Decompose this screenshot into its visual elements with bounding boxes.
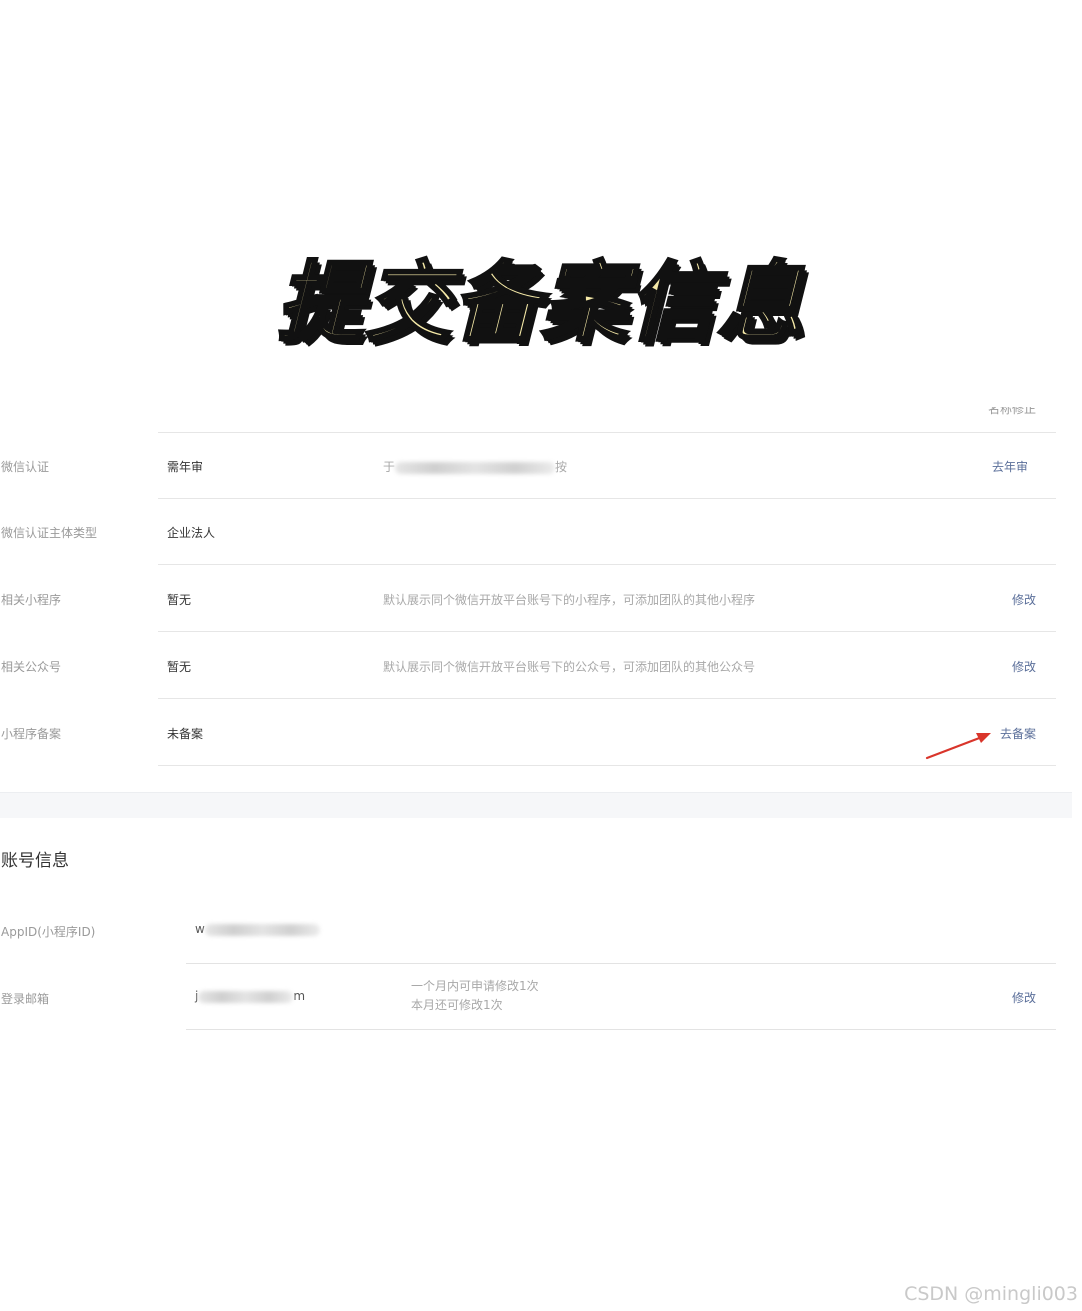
go-filing-link[interactable]: 去备案 (1000, 725, 1036, 742)
note-line: 本月还可修改1次 (411, 998, 503, 1012)
row-value: 企业法人 (167, 526, 216, 540)
desc-prefix: 于 (383, 460, 396, 474)
settings-row-related-official-account: 相关公众号 暂无 默认展示同个微信开放平台账号下的公众号，可添加团队的其他公众号… (0, 633, 1056, 699)
appid-label: AppID(小程序ID) (1, 925, 96, 939)
row-label: 微信认证 (1, 460, 50, 474)
desc-suffix: 按 (555, 460, 568, 474)
row-desc: 默认展示同个微信开放平台账号下的小程序，可添加团队的其他小程序 (383, 593, 756, 607)
account-section-title: 账号信息 (1, 851, 69, 871)
appid-prefix: w (195, 922, 205, 936)
watermark: CSDN @mingli003 (904, 1283, 1078, 1305)
row-value: 暂无 (167, 593, 192, 607)
blurred-text (204, 923, 320, 936)
row-desc: 默认展示同个微信开放平台账号下的公众号，可添加团队的其他公众号 (383, 660, 756, 674)
settings-row-entity-type: 微信认证主体类型 企业法人 (0, 499, 1056, 565)
row-desc: 于按 (383, 458, 567, 475)
row-label: 微信认证主体类型 (1, 526, 98, 540)
row-label: 相关小程序 (1, 593, 62, 607)
account-row-email: 登录邮箱 jm 一个月内可申请修改1次 本月还可修改1次 修改 (0, 964, 1056, 1030)
edit-email-link[interactable]: 修改 (1012, 989, 1036, 1006)
appid-value: w (195, 922, 320, 936)
row-value: 未备案 (167, 727, 204, 741)
settings-row-wechat-verify: 微信认证 需年审 于按 去年审 (0, 433, 1056, 499)
account-row-appid: AppID(小程序ID) w (0, 900, 1056, 964)
row-label: 相关公众号 (1, 660, 62, 674)
row-value: 需年审 (167, 460, 204, 474)
settings-row-related-miniprogram: 相关小程序 暂无 默认展示同个微信开放平台账号下的小程序，可添加团队的其他小程序… (0, 566, 1056, 632)
settings-row-filing: 小程序备案 未备案 去备案 (0, 700, 1056, 766)
note-line: 一个月内可申请修改1次 (411, 979, 539, 993)
email-value: jm (195, 989, 305, 1003)
row-label: 小程序备案 (1, 727, 62, 741)
blurred-text (198, 990, 294, 1003)
blurred-text (395, 461, 556, 474)
overlay-title: 提交备案信息 (276, 252, 805, 355)
section-separator-band (0, 792, 1072, 818)
partial-top-action[interactable]: 名称修正 (988, 407, 1036, 416)
edit-related-miniprogram-link[interactable]: 修改 (1012, 591, 1036, 608)
row-divider (158, 564, 1056, 565)
red-arrow-icon (925, 733, 991, 760)
edit-related-official-account-link[interactable]: 修改 (1012, 658, 1036, 675)
row-divider (158, 631, 1056, 632)
email-change-note: 一个月内可申请修改1次 本月还可修改1次 (411, 977, 539, 1015)
row-divider (186, 1029, 1056, 1030)
row-divider (158, 698, 1056, 699)
row-divider (158, 765, 1056, 766)
row-value: 暂无 (167, 660, 192, 674)
annual-review-link[interactable]: 去年审 (992, 458, 1028, 475)
screenshot-page: 提交备案信息 名称修正 微信认证 需年审 于按 去年审 微信认证主体类型 企业法… (0, 0, 1082, 1311)
email-label: 登录邮箱 (1, 992, 50, 1006)
email-suffix: m (293, 989, 306, 1003)
